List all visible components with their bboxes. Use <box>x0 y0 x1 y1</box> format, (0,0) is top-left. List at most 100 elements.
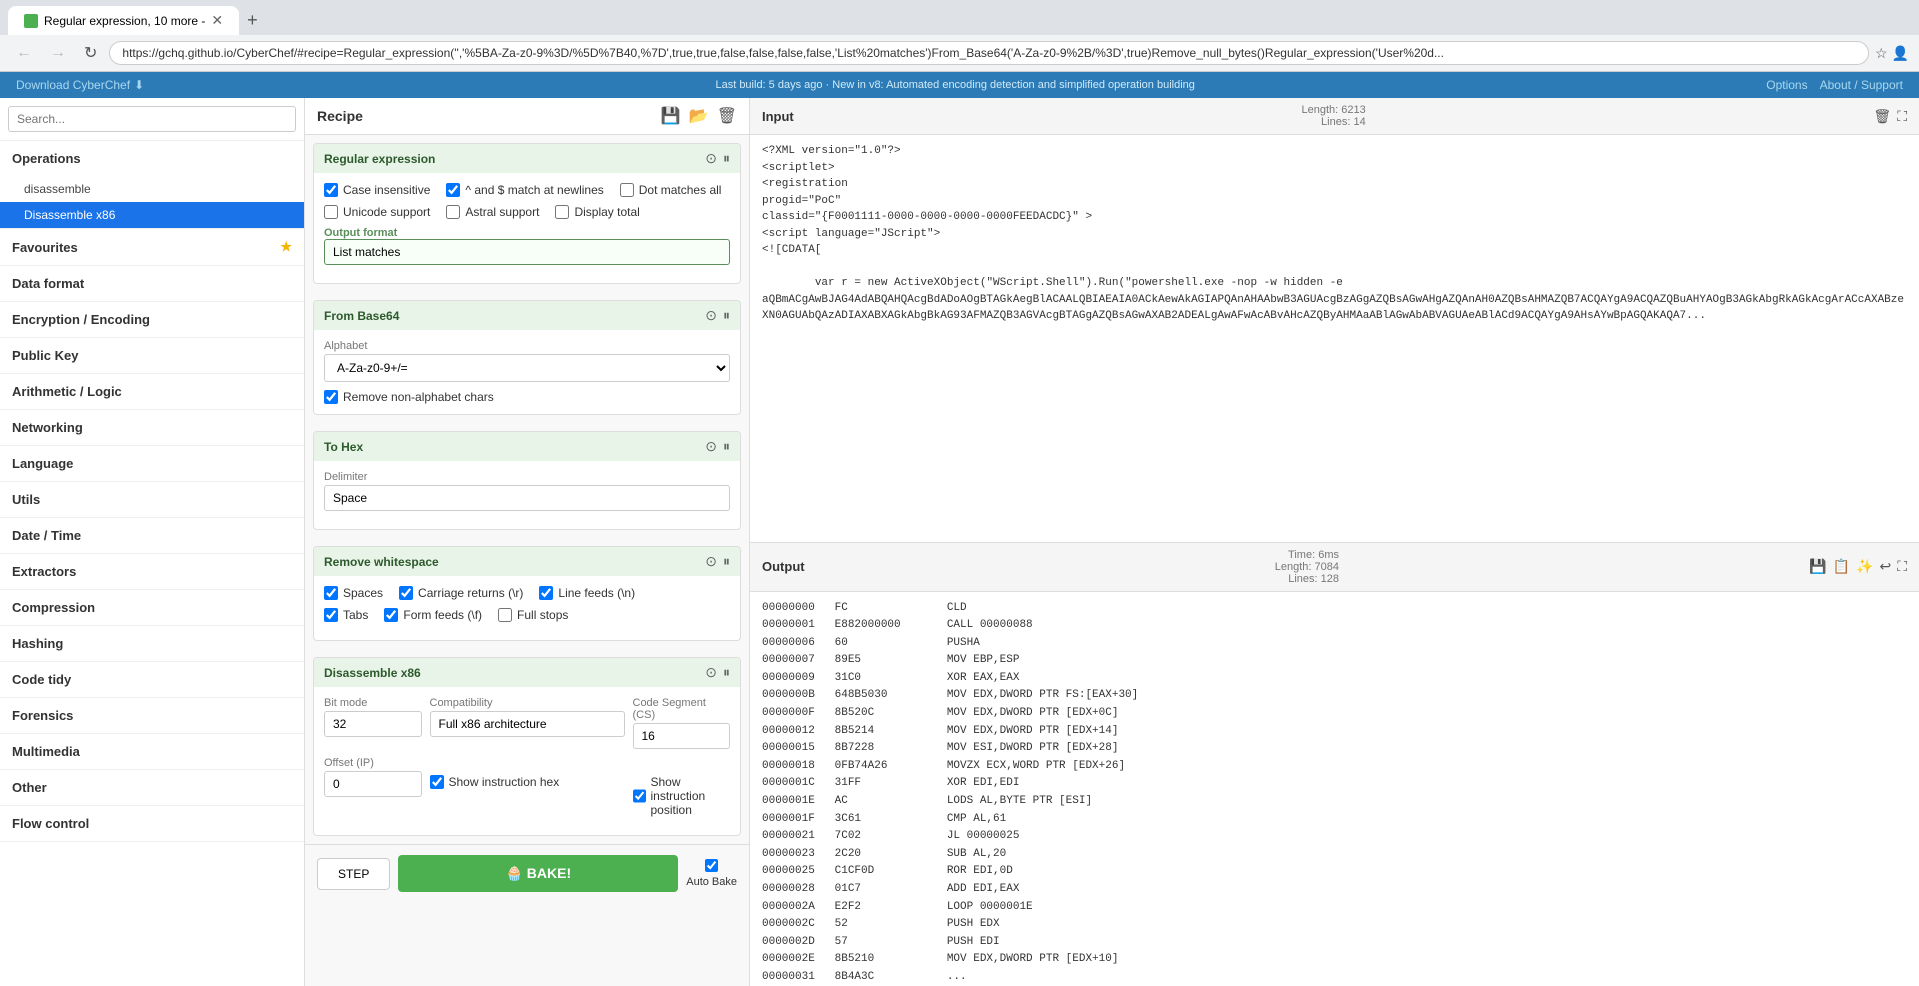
input-expand-button[interactable]: ⛶ <box>1897 108 1907 125</box>
case-insensitive-option[interactable]: Case insensitive <box>324 183 430 197</box>
output-format-input[interactable] <box>324 239 730 265</box>
anchors-match-checkbox[interactable] <box>446 183 460 197</box>
disassemble-disable-button[interactable]: ⊙ <box>705 664 717 681</box>
recipe-title: Recipe <box>317 108 363 124</box>
carriage-returns-checkbox[interactable] <box>399 586 413 600</box>
sidebar-section-header-compression[interactable]: Compression <box>0 590 304 625</box>
output-copy-button[interactable]: 📋 <box>1833 558 1850 575</box>
spaces-checkbox[interactable] <box>324 586 338 600</box>
regex-options-row1: Case insensitive ^ and $ match at newlin… <box>324 183 730 197</box>
options-link[interactable]: Options <box>1766 78 1807 92</box>
show-instruction-position-option[interactable]: Show instruction position <box>633 775 731 817</box>
delimiter-input[interactable] <box>324 485 730 511</box>
sidebar-section-header-encryption[interactable]: Encryption / Encoding <box>0 302 304 337</box>
disassemble-remove-button[interactable]: ⏸ <box>723 664 730 681</box>
active-tab[interactable]: Regular expression, 10 more - ✕ <box>8 6 239 35</box>
output-magic-button[interactable]: ✨ <box>1856 558 1873 575</box>
line-feeds-checkbox[interactable] <box>539 586 553 600</box>
refresh-button[interactable]: ↻ <box>78 41 103 65</box>
spaces-option[interactable]: Spaces <box>324 586 383 600</box>
sidebar-section-header-extractors[interactable]: Extractors <box>0 554 304 589</box>
input-textarea[interactable]: <?XML version="1.0"?> <scriptlet> <regis… <box>750 135 1919 542</box>
sidebar-section-header-operations[interactable]: Operations <box>0 141 304 176</box>
search-input[interactable] <box>8 106 296 132</box>
sidebar-section-header-other[interactable]: Other <box>0 770 304 805</box>
astral-support-option[interactable]: Astral support <box>446 205 539 219</box>
sidebar-item-disassemble-x86[interactable]: Disassemble x86 <box>0 202 304 228</box>
sidebar-section-header-datetime[interactable]: Date / Time <box>0 518 304 553</box>
full-stops-option[interactable]: Full stops <box>498 608 568 622</box>
code-segment-input[interactable] <box>633 723 731 749</box>
sidebar-section-header-language[interactable]: Language <box>0 446 304 481</box>
auto-bake-label: Auto Bake <box>686 876 737 888</box>
bookmark-button[interactable]: ☆ <box>1875 45 1888 62</box>
remove-non-alpha-option[interactable]: Remove non-alphabet chars <box>324 390 730 404</box>
sidebar-section-header-favourites[interactable]: Favourites ★ <box>0 229 304 265</box>
show-instruction-hex-option[interactable]: Show instruction hex <box>430 775 625 789</box>
case-insensitive-checkbox[interactable] <box>324 183 338 197</box>
sidebar-item-disassemble[interactable]: disassemble <box>0 176 304 202</box>
clear-recipe-button[interactable]: 🗑 <box>717 106 737 126</box>
tabs-option[interactable]: Tabs <box>324 608 368 622</box>
output-save-button[interactable]: 💾 <box>1809 558 1826 575</box>
anchors-match-option[interactable]: ^ and $ match at newlines <box>446 183 603 197</box>
from-base64-disable-button[interactable]: ⊙ <box>705 307 717 324</box>
tab-close-button[interactable]: ✕ <box>211 12 223 29</box>
carriage-returns-option[interactable]: Carriage returns (\r) <box>399 586 523 600</box>
tabs-checkbox[interactable] <box>324 608 338 622</box>
output-undo-button[interactable]: ↩ <box>1879 558 1891 575</box>
display-total-option[interactable]: Display total <box>555 205 639 219</box>
save-recipe-button[interactable]: 💾 <box>661 106 681 126</box>
alphabet-select[interactable]: A-Za-z0-9+/= <box>324 354 730 382</box>
dot-matches-all-checkbox[interactable] <box>620 183 634 197</box>
form-feeds-option[interactable]: Form feeds (\f) <box>384 608 482 622</box>
new-tab-button[interactable]: + <box>239 6 266 35</box>
auto-bake-checkbox[interactable] <box>705 859 718 872</box>
unicode-support-checkbox[interactable] <box>324 205 338 219</box>
step-button[interactable]: STEP <box>317 858 390 890</box>
bake-button[interactable]: 🧁 BAKE! <box>398 855 678 892</box>
from-base64-remove-button[interactable]: ⏸ <box>723 307 730 324</box>
offset-field: Offset (IP) <box>324 757 422 817</box>
full-stops-checkbox[interactable] <box>498 608 512 622</box>
dot-matches-all-option[interactable]: Dot matches all <box>620 183 722 197</box>
sidebar-section-header-multimedia[interactable]: Multimedia <box>0 734 304 769</box>
bit-mode-input[interactable] <box>324 711 422 737</box>
compatibility-input[interactable] <box>430 711 625 737</box>
sidebar-section-header-arithmetic[interactable]: Arithmetic / Logic <box>0 374 304 409</box>
sidebar-section-header-forensics[interactable]: Forensics <box>0 698 304 733</box>
input-clear-button[interactable]: 🗑 <box>1873 108 1891 125</box>
display-total-checkbox[interactable] <box>555 205 569 219</box>
regex-disable-button[interactable]: ⊙ <box>705 150 717 167</box>
open-recipe-button[interactable]: 📂 <box>689 106 709 126</box>
sidebar-section-header-networking[interactable]: Networking <box>0 410 304 445</box>
sidebar-section-header-utils[interactable]: Utils <box>0 482 304 517</box>
profile-button[interactable]: 👤 <box>1892 45 1909 62</box>
back-button[interactable]: ← <box>10 42 38 64</box>
remove-whitespace-disable-button[interactable]: ⊙ <box>705 553 717 570</box>
unicode-support-option[interactable]: Unicode support <box>324 205 430 219</box>
sidebar-section-data-format: Data format <box>0 266 304 302</box>
to-hex-remove-button[interactable]: ⏸ <box>723 438 730 455</box>
show-instruction-position-checkbox[interactable] <box>633 789 646 803</box>
url-bar[interactable] <box>109 41 1869 65</box>
sidebar-section-header-public-key[interactable]: Public Key <box>0 338 304 373</box>
regex-remove-button[interactable]: ⏸ <box>723 150 730 167</box>
about-support-link[interactable]: About / Support <box>1820 78 1903 92</box>
form-feeds-checkbox[interactable] <box>384 608 398 622</box>
show-instruction-hex-checkbox[interactable] <box>430 775 444 789</box>
forward-button[interactable]: → <box>44 42 72 64</box>
show-hex-field: Show instruction hex <box>430 757 625 817</box>
download-link[interactable]: Download CyberChef ⬇ <box>16 78 144 92</box>
offset-input[interactable] <box>324 771 422 797</box>
astral-support-checkbox[interactable] <box>446 205 460 219</box>
output-expand-button[interactable]: ⛶ <box>1897 558 1907 575</box>
to-hex-disable-button[interactable]: ⊙ <box>705 438 717 455</box>
sidebar-section-header-hashing[interactable]: Hashing <box>0 626 304 661</box>
sidebar-section-header-data-format[interactable]: Data format <box>0 266 304 301</box>
sidebar-section-header-code-tidy[interactable]: Code tidy <box>0 662 304 697</box>
line-feeds-option[interactable]: Line feeds (\n) <box>539 586 635 600</box>
sidebar-section-header-flow-control[interactable]: Flow control <box>0 806 304 841</box>
remove-non-alpha-checkbox[interactable] <box>324 390 338 404</box>
remove-whitespace-remove-button[interactable]: ⏸ <box>723 553 730 570</box>
